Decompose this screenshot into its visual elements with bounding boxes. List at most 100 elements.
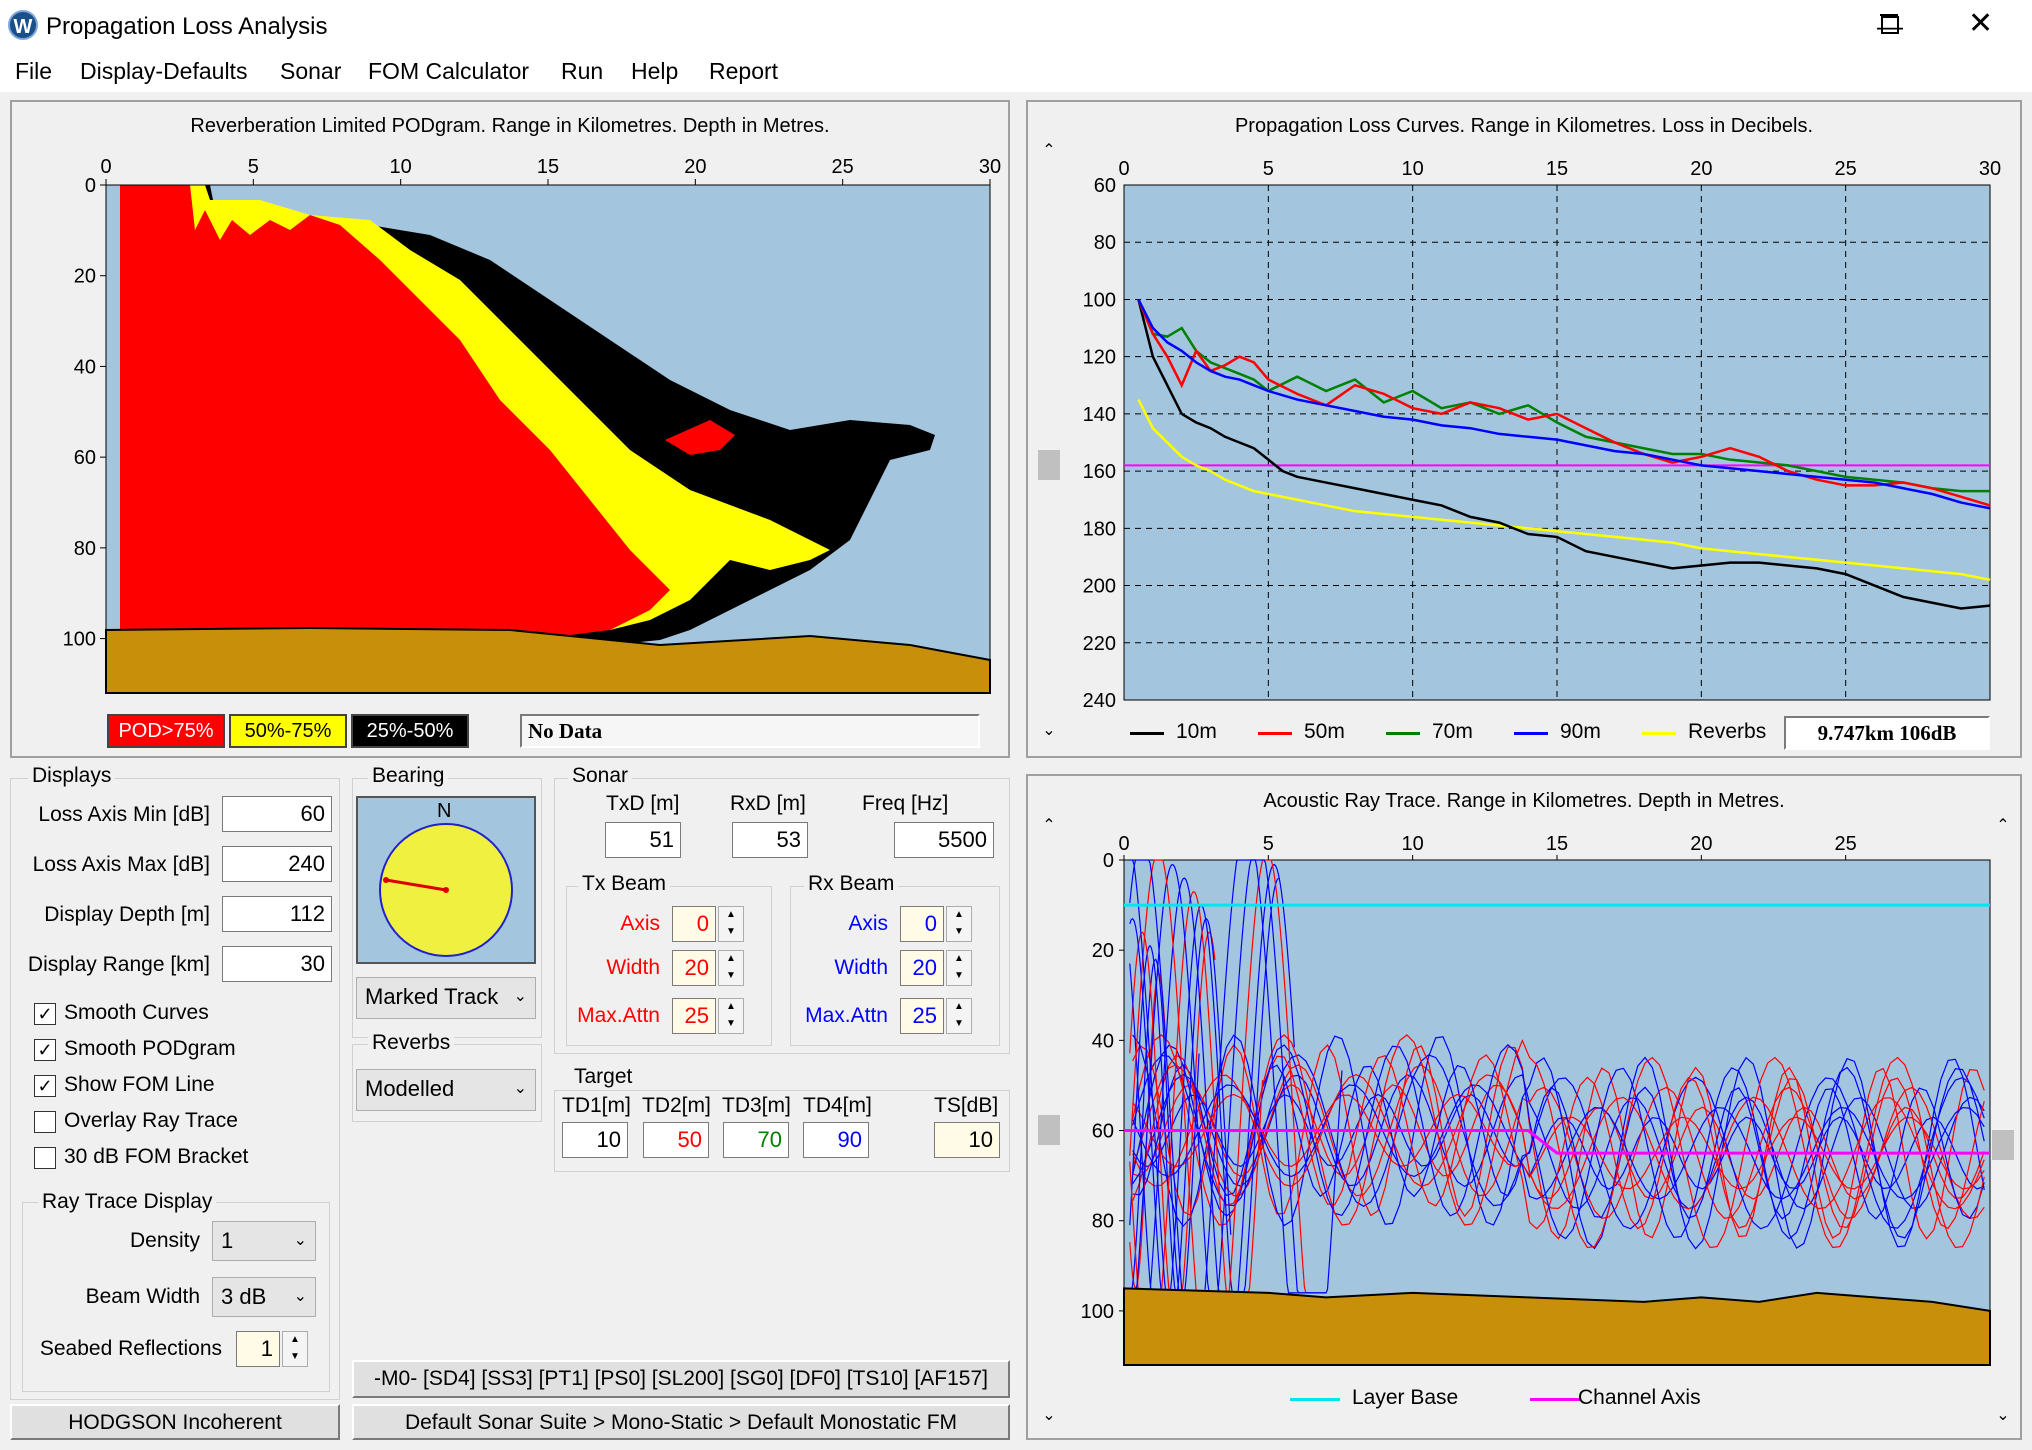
scroll-down-icon[interactable]: ⌄: [1990, 1405, 2016, 1425]
txd-input[interactable]: 51: [605, 822, 681, 858]
raytrace-display-label: Ray Trace Display: [38, 1190, 217, 1214]
y-tick-label: 0: [1103, 850, 1114, 872]
fom-bracket-checkbox[interactable]: [34, 1147, 56, 1169]
sonar-label: Sonar: [568, 764, 633, 788]
ts-label: TS[dB]: [934, 1094, 999, 1117]
spin-down-icon[interactable]: ▼: [719, 968, 743, 985]
smooth-curves-label: Smooth Curves: [64, 1001, 209, 1024]
spin-down-icon[interactable]: ▼: [283, 1349, 307, 1366]
menu-help[interactable]: Help: [631, 58, 678, 85]
displays-label: Displays: [28, 764, 116, 788]
overlay-ray-trace-checkbox[interactable]: [34, 1111, 56, 1133]
chevron-down-icon: ⌄: [293, 1232, 307, 1249]
legend-label-90m: 90m: [1560, 720, 1601, 743]
smooth-curves-checkbox[interactable]: ✓: [34, 1003, 56, 1025]
spin-up-icon[interactable]: ▲: [947, 999, 971, 1016]
seabed-reflections-input[interactable]: 1: [236, 1331, 280, 1367]
legend-swatch-70m: [1386, 732, 1420, 735]
rx-width-spinner[interactable]: ▲ ▼: [946, 950, 972, 986]
menu-run[interactable]: Run: [561, 58, 603, 85]
legend-layer-base: Layer Base: [1352, 1386, 1459, 1409]
spin-up-icon[interactable]: ▲: [947, 907, 971, 924]
legend-channel-axis-swatch: [1530, 1398, 1580, 1401]
smooth-podgram-checkbox[interactable]: ✓: [34, 1039, 56, 1061]
td4-input[interactable]: 90: [803, 1122, 869, 1158]
menu-file[interactable]: File: [15, 58, 52, 85]
td1-input[interactable]: 10: [562, 1122, 628, 1158]
tx-maxattn-input[interactable]: 25: [672, 998, 716, 1034]
reverbs-mode-select[interactable]: Modelled ⌄: [356, 1069, 536, 1111]
freq-input[interactable]: 5500: [894, 822, 994, 858]
td3-label: TD3[m]: [722, 1094, 791, 1117]
loss-min-input[interactable]: 60: [222, 796, 332, 832]
tx-axis-spinner[interactable]: ▲ ▼: [718, 906, 744, 942]
legend-pod-mid: 50%-75%: [229, 714, 347, 748]
x-tick-label: 20: [684, 156, 706, 178]
tx-axis-input[interactable]: 0: [672, 906, 716, 942]
tx-beam-label: Tx Beam: [578, 872, 671, 896]
spin-down-icon[interactable]: ▼: [719, 1016, 743, 1033]
ts-input[interactable]: 10: [934, 1122, 1000, 1158]
display-range-input[interactable]: 30: [222, 946, 332, 982]
tx-maxattn-spinner[interactable]: ▲ ▼: [718, 998, 744, 1034]
density-select[interactable]: 1 ⌄: [212, 1221, 316, 1261]
seabed-reflections-spinner[interactable]: ▲ ▼: [282, 1331, 308, 1367]
y-tick-label: 120: [1083, 347, 1116, 369]
scroll-down-icon[interactable]: ⌄: [1036, 1405, 1062, 1425]
density-value: 1: [221, 1228, 234, 1253]
beamwidth-select[interactable]: 3 dB ⌄: [212, 1277, 316, 1317]
tx-maxattn-label: Max.Attn: [577, 1004, 660, 1027]
legend-pod-low: 25%-50%: [351, 714, 469, 748]
menu-fom-calculator[interactable]: FOM Calculator: [368, 58, 529, 85]
legend-swatch-10m: [1130, 732, 1164, 735]
x-tick-label: 5: [248, 156, 259, 178]
x-tick-label: 15: [1546, 833, 1568, 855]
loss-max-input[interactable]: 240: [222, 846, 332, 882]
podgram-chart: 0 5 10 15 20 25 30 0 20 40 60 80 100: [63, 156, 1001, 694]
spin-down-icon[interactable]: ▼: [947, 924, 971, 941]
x-tick-label: 5: [1263, 158, 1274, 180]
podgram-status: No Data: [520, 714, 980, 748]
menu-display-defaults[interactable]: Display-Defaults: [80, 58, 247, 85]
td3-input[interactable]: 70: [723, 1122, 789, 1158]
td2-input[interactable]: 50: [643, 1122, 709, 1158]
tx-width-spinner[interactable]: ▲ ▼: [718, 950, 744, 986]
rx-axis-spinner[interactable]: ▲ ▼: [946, 906, 972, 942]
spin-down-icon[interactable]: ▼: [719, 924, 743, 941]
rxd-input[interactable]: 53: [732, 822, 808, 858]
rx-maxattn-input[interactable]: 25: [900, 998, 944, 1034]
show-fom-line-checkbox[interactable]: ✓: [34, 1075, 56, 1097]
beamwidth-label: Beam Width: [85, 1285, 200, 1308]
menu-report[interactable]: Report: [709, 58, 778, 85]
close-icon[interactable]: ✕: [1968, 6, 1993, 41]
scroll-down-icon[interactable]: ⌄: [1036, 720, 1062, 740]
y-tick-label: 200: [1083, 576, 1116, 598]
x-tick-label: 25: [1835, 833, 1857, 855]
overlay-ray-trace-label: Overlay Ray Trace: [64, 1109, 238, 1132]
chevron-down-icon: ⌄: [513, 988, 527, 1005]
x-tick-label: 15: [1546, 158, 1568, 180]
rx-width-input[interactable]: 20: [900, 950, 944, 986]
rx-maxattn-spinner[interactable]: ▲ ▼: [946, 998, 972, 1034]
reverbs-mode-value: Modelled: [365, 1076, 455, 1101]
menu-sonar[interactable]: Sonar: [280, 58, 341, 85]
spin-up-icon[interactable]: ▲: [719, 999, 743, 1016]
maximize-icon[interactable]: [1881, 16, 1899, 34]
rx-axis-label: Axis: [848, 912, 888, 935]
tx-width-input[interactable]: 20: [672, 950, 716, 986]
spin-down-icon[interactable]: ▼: [947, 968, 971, 985]
spin-down-icon[interactable]: ▼: [947, 1016, 971, 1033]
display-depth-input[interactable]: 112: [222, 896, 332, 932]
td4-label: TD4[m]: [803, 1094, 872, 1117]
spin-up-icon[interactable]: ▲: [719, 907, 743, 924]
rx-width-label: Width: [834, 956, 888, 979]
spin-up-icon[interactable]: ▲: [283, 1332, 307, 1349]
freq-label: Freq [Hz]: [862, 792, 949, 815]
rx-axis-input[interactable]: 0: [900, 906, 944, 942]
x-tick-label: 15: [537, 156, 559, 178]
bearing-mode-select[interactable]: Marked Track ⌄: [356, 977, 536, 1019]
ray-seabed: [1123, 1287, 1991, 1366]
spin-up-icon[interactable]: ▲: [719, 951, 743, 968]
bearing-north-label: N: [437, 800, 452, 822]
spin-up-icon[interactable]: ▲: [947, 951, 971, 968]
